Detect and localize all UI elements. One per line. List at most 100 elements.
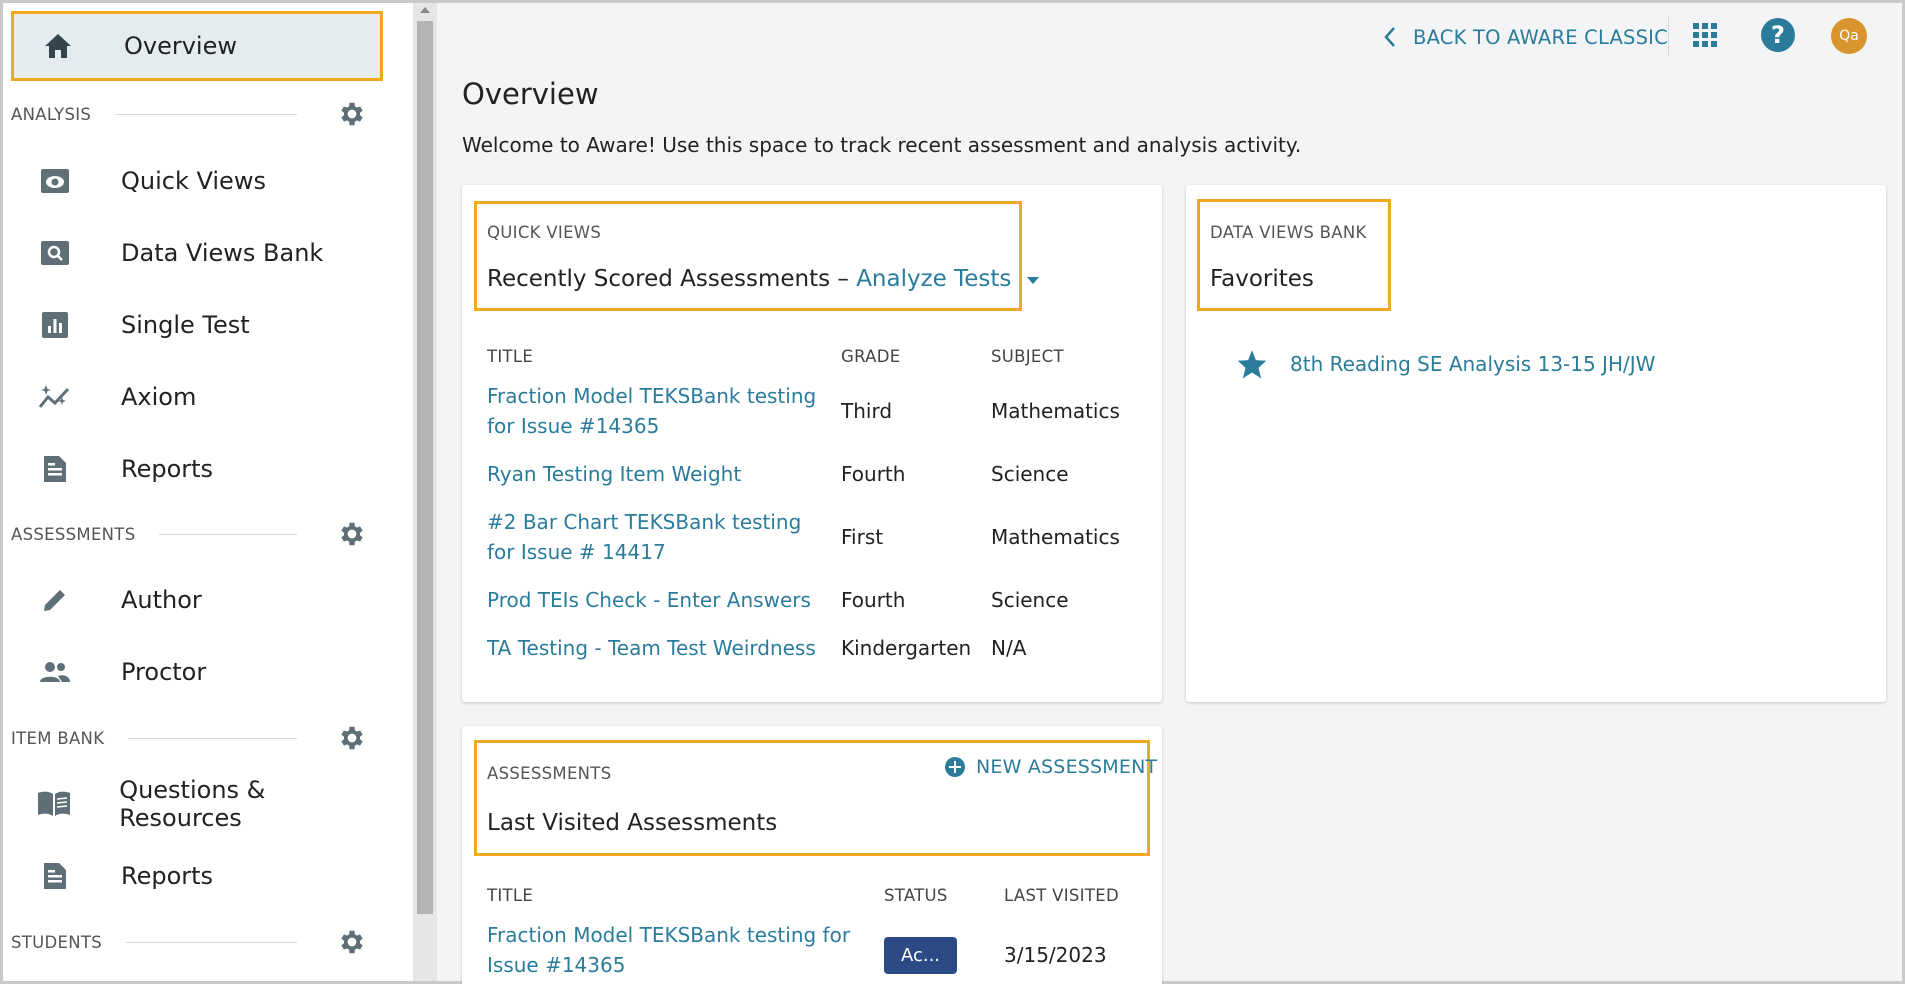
back-link-label: BACK TO AWARE CLASSIC bbox=[1413, 25, 1668, 49]
new-assessment-label: NEW ASSESSMENT bbox=[976, 756, 1158, 778]
status-badge: Ac... bbox=[884, 937, 957, 974]
column-header-grade: GRADE bbox=[841, 347, 901, 366]
analyze-tests-dropdown[interactable]: Analyze Tests bbox=[856, 266, 1041, 292]
sidebar-item-author[interactable]: Author bbox=[11, 565, 383, 635]
section-students: STUDENTS bbox=[11, 922, 383, 962]
table-row-title-link[interactable]: Ryan Testing Item Weight bbox=[487, 459, 817, 489]
sidebar-item-label: Author bbox=[121, 586, 202, 614]
sidebar-item-label: Questions & Resources bbox=[119, 776, 266, 832]
back-to-aware-classic-link[interactable]: BACK TO AWARE CLASSIC bbox=[1383, 21, 1668, 53]
sidebar-item-proctor[interactable]: Proctor bbox=[11, 637, 383, 707]
report-icon bbox=[35, 449, 75, 489]
section-title: STUDENTS bbox=[11, 932, 103, 952]
people-icon bbox=[35, 652, 75, 692]
table-row-title-link[interactable]: Prod TEIs Check - Enter Answers bbox=[487, 585, 811, 615]
card-title: Last Visited Assessments bbox=[487, 810, 778, 836]
favorite-link[interactable]: 8th Reading SE Analysis 13-15 JH/JW bbox=[1290, 349, 1655, 379]
data-views-bank-card: DATA VIEWS BANK Favorites 8th Reading SE… bbox=[1186, 185, 1886, 702]
column-header-title: TITLE bbox=[487, 347, 534, 366]
new-assessment-button[interactable]: NEW ASSESSMENT bbox=[944, 756, 1157, 778]
sidebar-scrollbar[interactable] bbox=[413, 3, 437, 981]
search-icon bbox=[35, 233, 75, 273]
quick-views-header bbox=[474, 201, 1022, 311]
card-kicker: DATA VIEWS BANK bbox=[1210, 223, 1367, 242]
caret-down-icon bbox=[1026, 276, 1039, 284]
data-views-header bbox=[1197, 199, 1391, 311]
card-title: Favorites bbox=[1210, 266, 1314, 292]
sidebar-item-single-test[interactable]: Single Test bbox=[11, 290, 383, 360]
gear-icon[interactable] bbox=[335, 721, 369, 755]
card-kicker: QUICK VIEWS bbox=[487, 223, 602, 242]
sidebar-item-label: Data Views Bank bbox=[121, 239, 324, 267]
divider bbox=[159, 533, 297, 535]
sidebar-item-axiom[interactable]: Axiom bbox=[11, 362, 383, 432]
card-title-text: Recently Scored Assessments – bbox=[487, 266, 849, 292]
sidebar-item-overview[interactable]: Overview bbox=[11, 11, 383, 81]
divider bbox=[115, 113, 297, 115]
chevron-left-icon bbox=[1384, 27, 1395, 47]
sidebar-item-reports[interactable]: Reports bbox=[11, 434, 383, 504]
help-icon[interactable]: ? bbox=[1761, 18, 1795, 52]
favorite-item[interactable]: 8th Reading SE Analysis 13-15 JH/JW bbox=[1236, 349, 1655, 379]
gear-icon[interactable] bbox=[335, 517, 369, 551]
add-circle-icon bbox=[945, 757, 965, 777]
welcome-text: Welcome to Aware! Use this space to trac… bbox=[462, 133, 1302, 157]
apps-grid-icon[interactable] bbox=[1691, 21, 1719, 49]
sidebar-item-label: Axiom bbox=[121, 383, 197, 411]
scrollbar-thumb[interactable] bbox=[417, 21, 433, 914]
card-kicker: ASSESSMENTS bbox=[487, 764, 612, 783]
sidebar-item-questions-resources[interactable]: Questions & Resources bbox=[11, 769, 383, 839]
sidebar-item-label: Single Test bbox=[121, 311, 250, 339]
table-row-title-link[interactable]: TA Testing - Team Test Weirdness bbox=[487, 633, 816, 663]
column-header-last-visited: LAST VISITED bbox=[1004, 886, 1119, 905]
table-cell-subject: Mathematics bbox=[991, 399, 1120, 423]
divider bbox=[126, 941, 297, 943]
sidebar-item-quick-views[interactable]: Quick Views bbox=[11, 146, 383, 216]
sidebar-item-label: Reports bbox=[121, 862, 214, 890]
bar-chart-icon bbox=[35, 305, 75, 345]
assessments-card: ASSESSMENTS NEW ASSESSMENT Last Visited … bbox=[462, 726, 1162, 984]
sidebar-item-label: Overview bbox=[124, 32, 237, 60]
section-analysis: ANALYSIS bbox=[11, 94, 383, 134]
scroll-up-arrow-icon[interactable] bbox=[420, 7, 430, 13]
page-title: Overview bbox=[462, 77, 599, 111]
divider bbox=[128, 737, 297, 739]
dropdown-value: Analyze Tests bbox=[856, 266, 1012, 292]
star-icon bbox=[1237, 350, 1267, 379]
gear-icon[interactable] bbox=[335, 925, 369, 959]
column-header-title: TITLE bbox=[487, 886, 534, 905]
section-title: ITEM BANK bbox=[11, 728, 105, 748]
gear-icon[interactable] bbox=[335, 97, 369, 131]
sparkle-trend-icon bbox=[35, 377, 75, 417]
table-row-title-link[interactable]: #2 Bar Chart TEKSBank testing for Issue … bbox=[487, 507, 827, 567]
table-cell-grade: Kindergarten bbox=[841, 636, 972, 660]
table-row-title-link[interactable]: Fraction Model TEKSBank testing for Issu… bbox=[487, 920, 867, 980]
card-title: Recently Scored Assessments – Analyze Te… bbox=[487, 266, 1041, 292]
sidebar-item-label: Proctor bbox=[121, 658, 207, 686]
sidebar-item-label: Reports bbox=[121, 455, 214, 483]
table-cell-subject: Science bbox=[991, 588, 1069, 612]
table-row-title-link[interactable]: Fraction Model TEKSBank testing for Issu… bbox=[487, 381, 817, 441]
table-cell-subject: N/A bbox=[991, 636, 1027, 660]
table-cell-grade: First bbox=[841, 525, 884, 549]
section-title: ASSESSMENTS bbox=[11, 524, 136, 544]
table-cell-grade: Fourth bbox=[841, 588, 906, 612]
eye-icon bbox=[35, 161, 75, 201]
table-cell-grade: Third bbox=[841, 399, 893, 423]
divider bbox=[1668, 17, 1669, 57]
sidebar-item-label: Quick Views bbox=[121, 167, 266, 195]
column-header-status: STATUS bbox=[884, 886, 948, 905]
sidebar-item-data-views-bank[interactable]: Data Views Bank bbox=[11, 218, 383, 288]
quick-views-card: QUICK VIEWS Recently Scored Assessments … bbox=[462, 185, 1162, 702]
sidebar: Overview ANALYSIS Quick Views Data Views… bbox=[3, 3, 413, 981]
pencil-icon bbox=[35, 580, 75, 620]
section-item-bank: ITEM BANK bbox=[11, 718, 383, 758]
book-icon bbox=[35, 784, 73, 824]
section-assessments: ASSESSMENTS bbox=[11, 514, 383, 554]
section-title: ANALYSIS bbox=[11, 104, 92, 124]
avatar[interactable]: Qa bbox=[1831, 18, 1867, 54]
sidebar-item-item-bank-reports[interactable]: Reports bbox=[11, 841, 383, 911]
table-cell-last-visited: 3/15/2023 bbox=[1004, 943, 1107, 967]
column-header-subject: SUBJECT bbox=[991, 347, 1064, 366]
table-cell-subject: Mathematics bbox=[991, 525, 1120, 549]
